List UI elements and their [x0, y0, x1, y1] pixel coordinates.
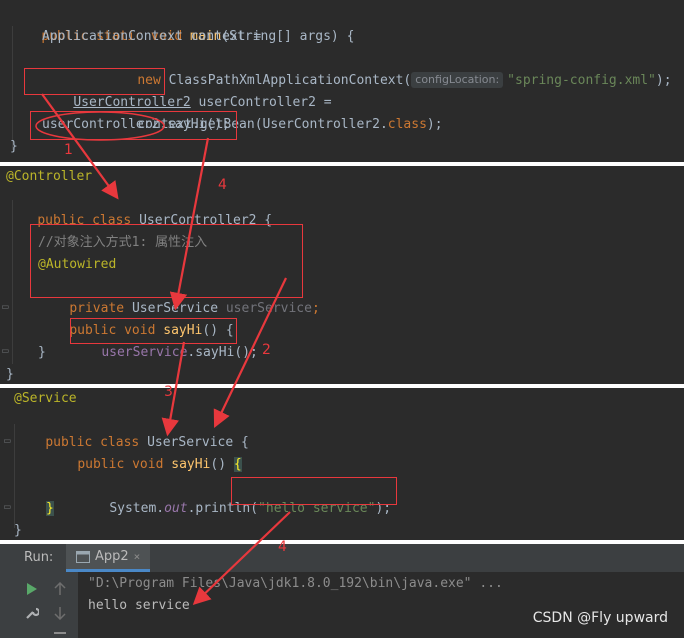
code-line-close[interactable]: }: [10, 136, 18, 158]
code-line-autowired[interactable]: @Autowired: [38, 254, 116, 276]
fold-icon[interactable]: ▭: [4, 500, 11, 513]
annotation-label-3: 3: [164, 384, 173, 400]
watermark: CSDN @Fly upward: [532, 610, 668, 626]
console-command-line: "D:\Program Files\Java\jdk1.8.0_192\bin\…: [88, 576, 503, 591]
code-line-controller-annotation[interactable]: @Controller: [6, 166, 92, 188]
token-call: .sayHi();: [187, 345, 258, 360]
token-class: class: [92, 213, 132, 228]
token-end: );: [375, 501, 392, 516]
code-line-close-method[interactable]: }: [46, 498, 54, 520]
run-header: Run: App2 ×: [0, 544, 684, 573]
fold-icon[interactable]: ▭: [2, 300, 9, 313]
code-panel-service: ▭ ▭ @Service public class UserService { …: [0, 388, 684, 540]
code-line-new-context[interactable]: new ClassPathXmlApplicationContext(confi…: [106, 48, 672, 88]
token-out: out: [164, 501, 188, 516]
code-panel-main: public static void main(String[] args) {…: [0, 0, 684, 162]
run-tab-app2[interactable]: App2 ×: [66, 544, 151, 572]
code-line-class-decl[interactable]: public class UserController2 {: [6, 188, 272, 228]
fold-icon[interactable]: ▭: [2, 344, 9, 357]
token-void: void: [132, 457, 164, 472]
code-line-close-class[interactable]: }: [14, 520, 22, 540]
token-string: "spring-config.xml": [507, 73, 656, 88]
token-field: userService: [101, 345, 188, 360]
code-line-sayhi-call[interactable]: userController2.sayHi();: [42, 114, 230, 136]
token-public: public: [77, 457, 125, 472]
token-public: public: [37, 213, 85, 228]
code-line-close-class[interactable]: }: [6, 364, 14, 384]
token-annotation: @Service: [14, 391, 77, 406]
annotation-label-4-top: 4: [218, 177, 227, 193]
matched-brace: {: [233, 457, 242, 472]
token-classname: UserController2 {: [139, 213, 273, 228]
matched-brace: }: [46, 501, 54, 516]
token-method: sayHi: [171, 457, 211, 472]
scroll-up-icon[interactable]: [54, 582, 66, 596]
token-annotation: @Autowired: [38, 257, 117, 272]
annotation-label-2: 2: [262, 342, 271, 358]
token-system: System.: [109, 501, 165, 516]
code-panel-controller: ▭ ▭ @Controller public class UserControl…: [0, 166, 684, 384]
run-tool-window: Run: App2 × "D:\Program Files\Java\jdk1.…: [0, 544, 684, 638]
code-line-class-decl[interactable]: public class UserService {: [14, 410, 249, 450]
code-line-service-call[interactable]: userService.sayHi();: [70, 320, 258, 360]
annotation-label-4-bottom: 4: [278, 539, 287, 555]
code-line-close-method[interactable]: }: [38, 342, 46, 364]
run-label: Run:: [24, 550, 54, 565]
token-field: userService: [225, 301, 312, 316]
code-line-method-decl[interactable]: public void sayHi() {: [38, 298, 233, 338]
code-line-service-annotation[interactable]: @Service: [14, 388, 77, 410]
code-line-context-decl[interactable]: ApplicationContext context =: [42, 26, 261, 48]
code-line-getbean[interactable]: context.getBean(UserController2.class);: [106, 92, 442, 132]
console-output[interactable]: "D:\Program Files\Java\jdk1.8.0_192\bin\…: [78, 572, 684, 638]
param-hint: configLocation:: [411, 72, 504, 88]
run-sidebar: [0, 572, 78, 638]
token-end: );: [426, 117, 443, 132]
token-end: ;: [311, 301, 320, 316]
fold-icon[interactable]: ▭: [4, 434, 11, 447]
console-output-line: hello service: [88, 598, 190, 613]
token-comment: //对象注入方式1: 属性注入: [38, 235, 208, 250]
rerun-icon[interactable]: [26, 582, 38, 596]
token-annotation: @Controller: [6, 169, 93, 184]
run-tab-label: App2: [95, 549, 129, 564]
code-line-println[interactable]: System.out.println("hello service");: [78, 476, 391, 516]
token-paren: (): [210, 457, 234, 472]
run-config-icon: [76, 550, 90, 563]
code-line-method-decl[interactable]: public void sayHi() {: [46, 432, 242, 472]
annotation-label-1: 1: [64, 142, 73, 158]
code-line-comment[interactable]: //对象注入方式1: 属性注入: [38, 232, 207, 254]
token-println: .println(: [187, 501, 259, 516]
close-icon[interactable]: ×: [134, 550, 141, 563]
code-line-field[interactable]: private UserService userService;: [38, 276, 319, 316]
token-string: "hello service": [258, 501, 376, 516]
wrench-icon[interactable]: [25, 606, 39, 620]
code-line-controller-decl[interactable]: UserController2 userController2 =: [42, 70, 331, 110]
scroll-down-icon[interactable]: [54, 606, 66, 620]
code-line-main-signature[interactable]: public static void main(String[] args) {: [10, 4, 354, 44]
divider: [54, 632, 66, 634]
token-class: class: [387, 117, 427, 132]
token-end: );: [655, 73, 672, 88]
